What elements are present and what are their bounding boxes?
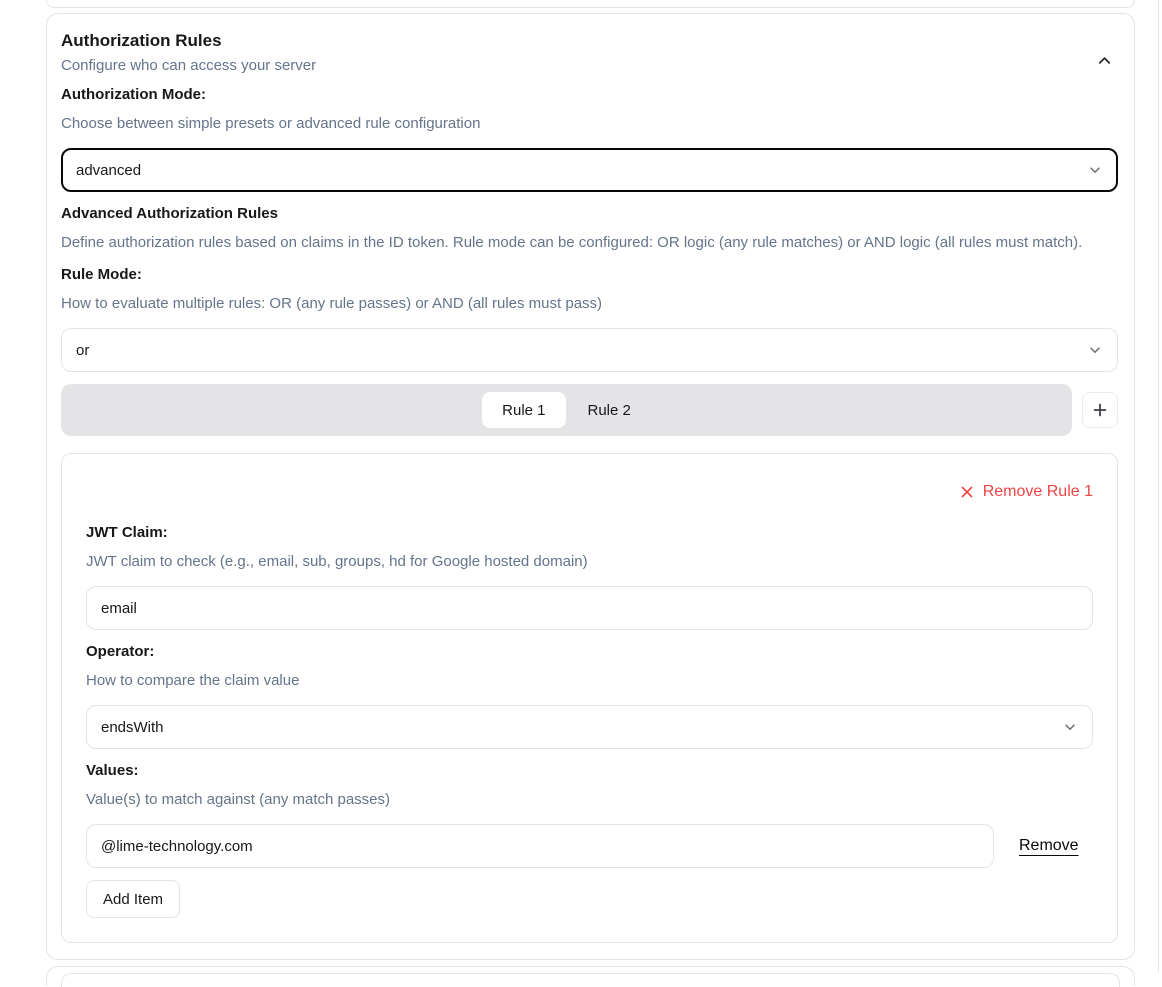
rule-mode-label: Rule Mode: (61, 265, 1118, 285)
tab-rule-1[interactable]: Rule 1 (482, 392, 565, 428)
authorization-mode-value: advanced (76, 162, 141, 179)
add-rule-button[interactable] (1082, 392, 1118, 428)
authorization-mode-label: Authorization Mode: (61, 85, 1118, 105)
tab-rule-2[interactable]: Rule 2 (568, 392, 651, 428)
rule-mode-select[interactable]: or (61, 328, 1118, 372)
jwt-claim-label: JWT Claim: (86, 523, 1093, 543)
x-icon (960, 485, 974, 499)
section-subtitle: Configure who can access your server (61, 56, 1118, 76)
chevron-down-icon (1087, 162, 1103, 178)
values-description: Value(s) to match against (any match pas… (86, 790, 1093, 810)
rule-tabs-row: Rule 1 Rule 2 (61, 384, 1118, 436)
next-section-inner-edge (61, 973, 1120, 987)
settings-content: Authorization Rules Configure who can ac… (46, 0, 1135, 986)
authorization-rules-card: Authorization Rules Configure who can ac… (46, 13, 1135, 960)
next-section-card-edge (46, 966, 1135, 986)
page-right-divider (1158, 0, 1159, 972)
jwt-claim-description: JWT claim to check (e.g., email, sub, gr… (86, 552, 1093, 572)
chevron-down-icon (1087, 342, 1103, 358)
values-label: Values: (86, 761, 1093, 781)
jwt-claim-input[interactable] (86, 586, 1093, 630)
chevron-down-icon (1062, 719, 1078, 735)
operator-description: How to compare the claim value (86, 671, 1093, 691)
authorization-mode-description: Choose between simple presets or advance… (61, 114, 1118, 134)
advanced-rules-title: Advanced Authorization Rules (61, 204, 1118, 224)
rule-mode-description: How to evaluate multiple rules: OR (any … (61, 294, 1118, 314)
plus-icon (1091, 401, 1109, 419)
operator-select[interactable]: endsWith (86, 705, 1093, 749)
chevron-up-icon (1097, 53, 1112, 68)
previous-section-card-edge (46, 0, 1135, 8)
operator-label: Operator: (86, 642, 1093, 662)
remove-rule-label: Remove Rule 1 (983, 482, 1093, 502)
authorization-mode-select[interactable]: advanced (61, 148, 1118, 192)
operator-value: endsWith (101, 719, 164, 736)
card-header: Authorization Rules Configure who can ac… (61, 30, 1118, 76)
value-input[interactable] (86, 824, 994, 868)
remove-rule-button[interactable]: Remove Rule 1 (86, 482, 1093, 502)
rule-1-panel: Remove Rule 1 JWT Claim: JWT claim to ch… (61, 453, 1118, 943)
advanced-rules-description: Define authorization rules based on clai… (61, 233, 1118, 253)
value-item-row: Remove (86, 824, 1093, 868)
section-title: Authorization Rules (61, 30, 1118, 52)
rule-tabbar: Rule 1 Rule 2 (61, 384, 1072, 436)
add-item-button[interactable]: Add Item (86, 880, 180, 918)
rule-mode-value: or (76, 342, 89, 359)
remove-value-link[interactable]: Remove (1019, 837, 1079, 855)
collapse-section-button[interactable] (1090, 46, 1118, 74)
